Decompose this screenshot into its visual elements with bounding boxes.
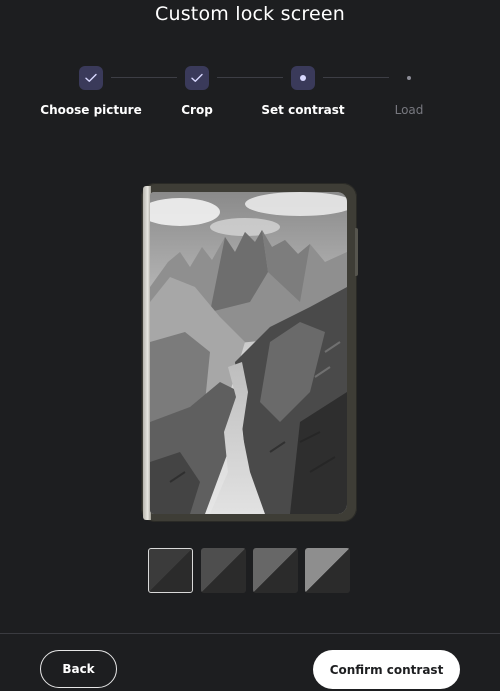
- step-2-check-icon[interactable]: [185, 66, 209, 90]
- step-1-check-icon[interactable]: [79, 66, 103, 90]
- progress-stepper: Choose picture Crop Set contrast Load: [0, 0, 500, 130]
- lock-screen-wizard: Custom lock screen Choose picture Crop S…: [0, 0, 500, 691]
- mountain-photo-icon: [150, 192, 347, 514]
- lock-screen-preview-image: [150, 192, 347, 514]
- step-label-set-contrast: Set contrast: [261, 103, 345, 117]
- confirm-contrast-button[interactable]: Confirm contrast: [313, 650, 460, 689]
- step-label-crop: Crop: [181, 103, 213, 117]
- step-connector: [111, 77, 177, 78]
- contrast-option-1[interactable]: [148, 548, 193, 593]
- step-connector: [217, 77, 283, 78]
- step-connector: [323, 77, 389, 78]
- footer-divider: [0, 633, 500, 634]
- contrast-option-4[interactable]: [305, 548, 350, 593]
- step-label-choose-picture: Choose picture: [40, 103, 142, 117]
- device-side-button: [355, 228, 358, 276]
- step-label-load: Load: [394, 103, 424, 117]
- step-4-pending-dot-icon: [407, 76, 411, 80]
- step-3-current-dot-icon[interactable]: [291, 66, 315, 90]
- back-button[interactable]: Back: [40, 650, 117, 688]
- contrast-option-2[interactable]: [201, 548, 246, 593]
- contrast-option-3[interactable]: [253, 548, 298, 593]
